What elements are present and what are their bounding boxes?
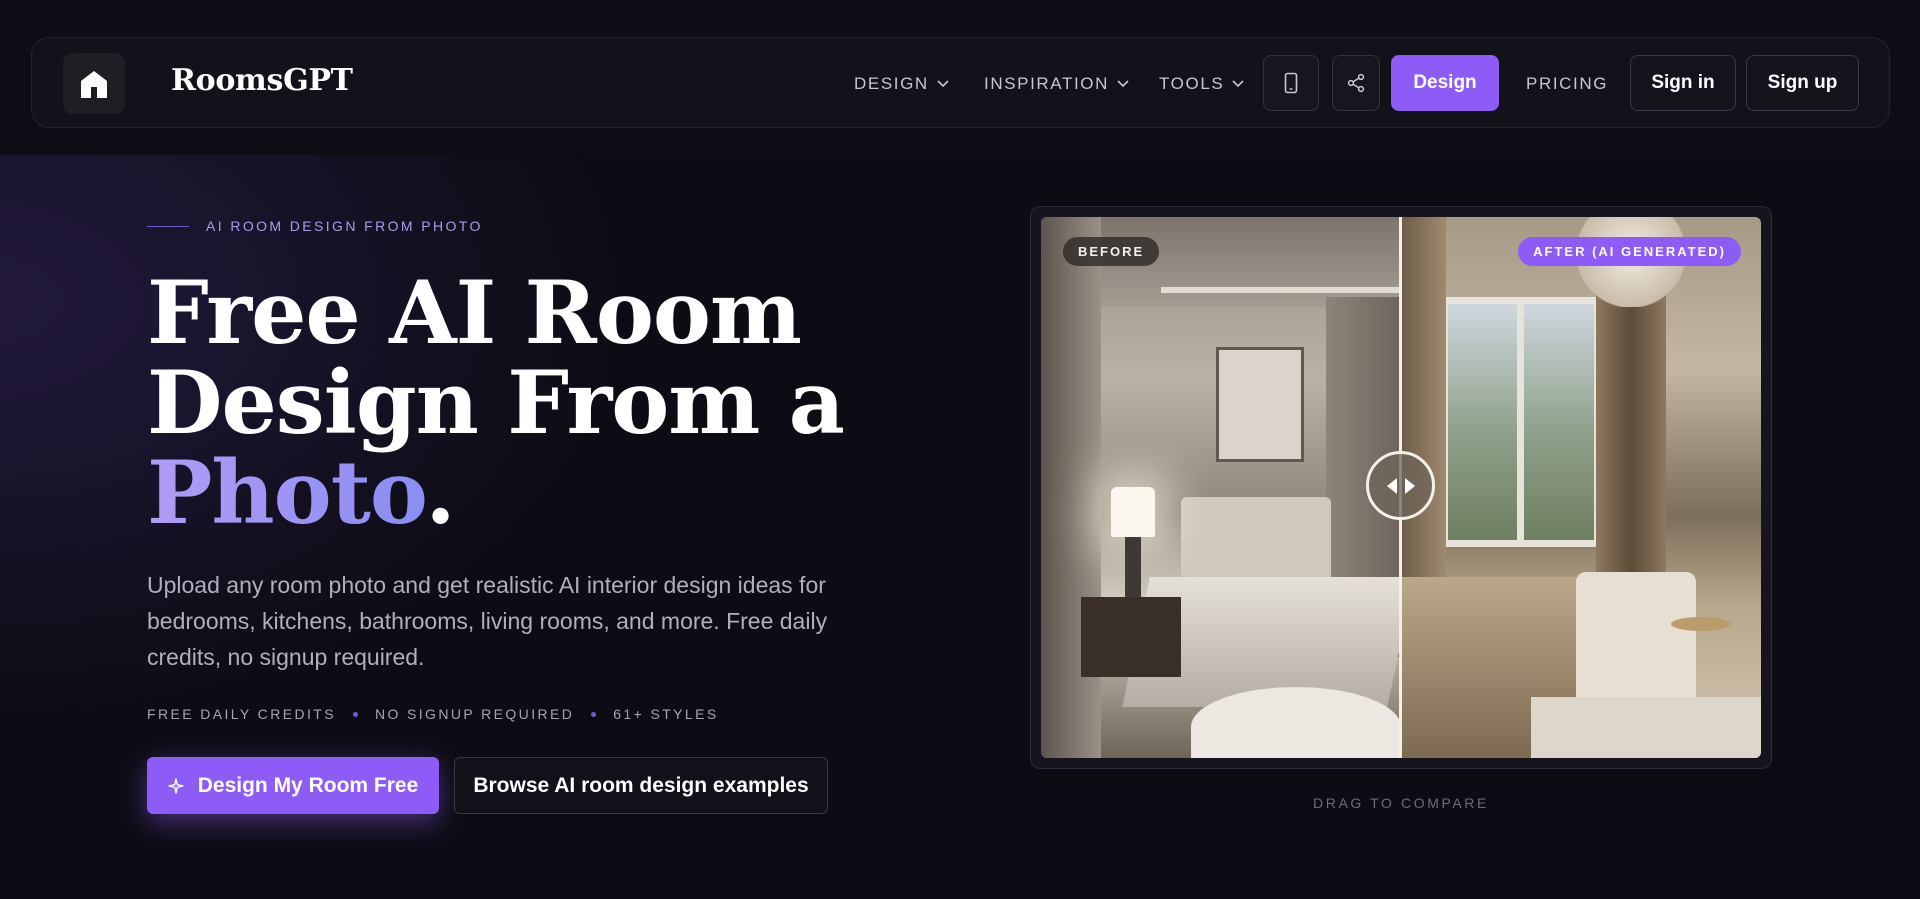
mobile-app-button[interactable] [1263,55,1319,111]
lamp-base-shape [1125,537,1141,597]
before-tag: BEFORE [1063,237,1160,266]
nightstand-shape [1081,597,1181,677]
badge-free-credits: FREE DAILY CREDITS [147,706,336,722]
badge-styles: 61+ STYLES [613,706,719,722]
feature-badges: FREE DAILY CREDITS NO SIGNUP REQUIRED 61… [147,706,719,722]
before-after-compare: BEFORE AFTER (AI GENERATED) [1030,206,1772,769]
nav-design-menu[interactable]: DESIGN [854,38,949,129]
nav-design-label: DESIGN [854,73,929,93]
share-icon [1347,73,1365,93]
navbar: RoomsGPT DESIGN INSPIRATION TOOLS Design… [31,37,1890,128]
badge-separator-dot [591,711,597,717]
before-image [1041,217,1415,758]
headline-line-1: Free AI Room [147,261,802,364]
eyebrow-text: AI ROOM DESIGN FROM PHOTO [206,218,483,234]
browse-examples-button[interactable]: Browse AI room design examples [454,757,828,814]
hero-headline: Free AI Room Design From a Photo. [147,268,947,538]
nav-tools-label: TOOLS [1159,73,1225,93]
arrow-left-icon [1386,477,1397,494]
window-mullion-shape [1517,297,1524,547]
headline-accent: Photo [147,441,426,544]
rug-shape [1191,687,1401,758]
floor-rug-shape [1531,697,1761,758]
chevron-down-icon [1117,79,1129,88]
share-button[interactable] [1332,55,1380,111]
badge-no-signup: NO SIGNUP REQUIRED [374,706,575,722]
design-my-room-button[interactable]: Design My Room Free [147,757,439,814]
arrow-right-icon [1404,477,1415,494]
hero-description: Upload any room photo and get realistic … [147,572,828,670]
nav-tools-menu[interactable]: TOOLS [1159,38,1244,129]
nav-inspiration-label: INSPIRATION [984,73,1109,93]
compare-viewport[interactable]: BEFORE AFTER (AI GENERATED) [1041,217,1761,758]
headline-line-2: Design From a [147,351,845,454]
smartphone-icon [1284,72,1298,94]
after-tag: AFTER (AI GENERATED) [1518,237,1741,266]
sign-up-button[interactable]: Sign up [1746,55,1859,111]
chevron-down-icon [937,79,949,88]
hero-eyebrow: AI ROOM DESIGN FROM PHOTO [147,218,483,234]
design-my-room-label: Design My Room Free [197,773,419,797]
drag-to-compare-hint: DRAG TO COMPARE [1313,795,1489,811]
after-image [1401,217,1761,758]
drag-handle[interactable] [1366,451,1435,520]
lamp-shade-shape [1111,487,1155,537]
sparkle-icon [168,777,184,794]
brand-name[interactable]: RoomsGPT [171,63,353,98]
design-button[interactable]: Design [1391,55,1499,111]
ceiling-light-strip [1161,287,1401,293]
sign-in-button[interactable]: Sign in [1630,55,1736,111]
house-logo-icon [81,70,107,98]
headline-period: . [425,441,455,544]
wall-art-shape [1216,347,1304,462]
logo[interactable] [63,53,125,114]
nav-inspiration-menu[interactable]: INSPIRATION [984,38,1129,129]
chevron-down-icon [1232,79,1244,88]
nav-pricing-link[interactable]: PRICING [1526,38,1608,129]
eyebrow-line [147,225,189,227]
armchair-shape [1576,572,1696,712]
side-table-shape [1671,617,1731,631]
badge-separator-dot [352,711,358,717]
